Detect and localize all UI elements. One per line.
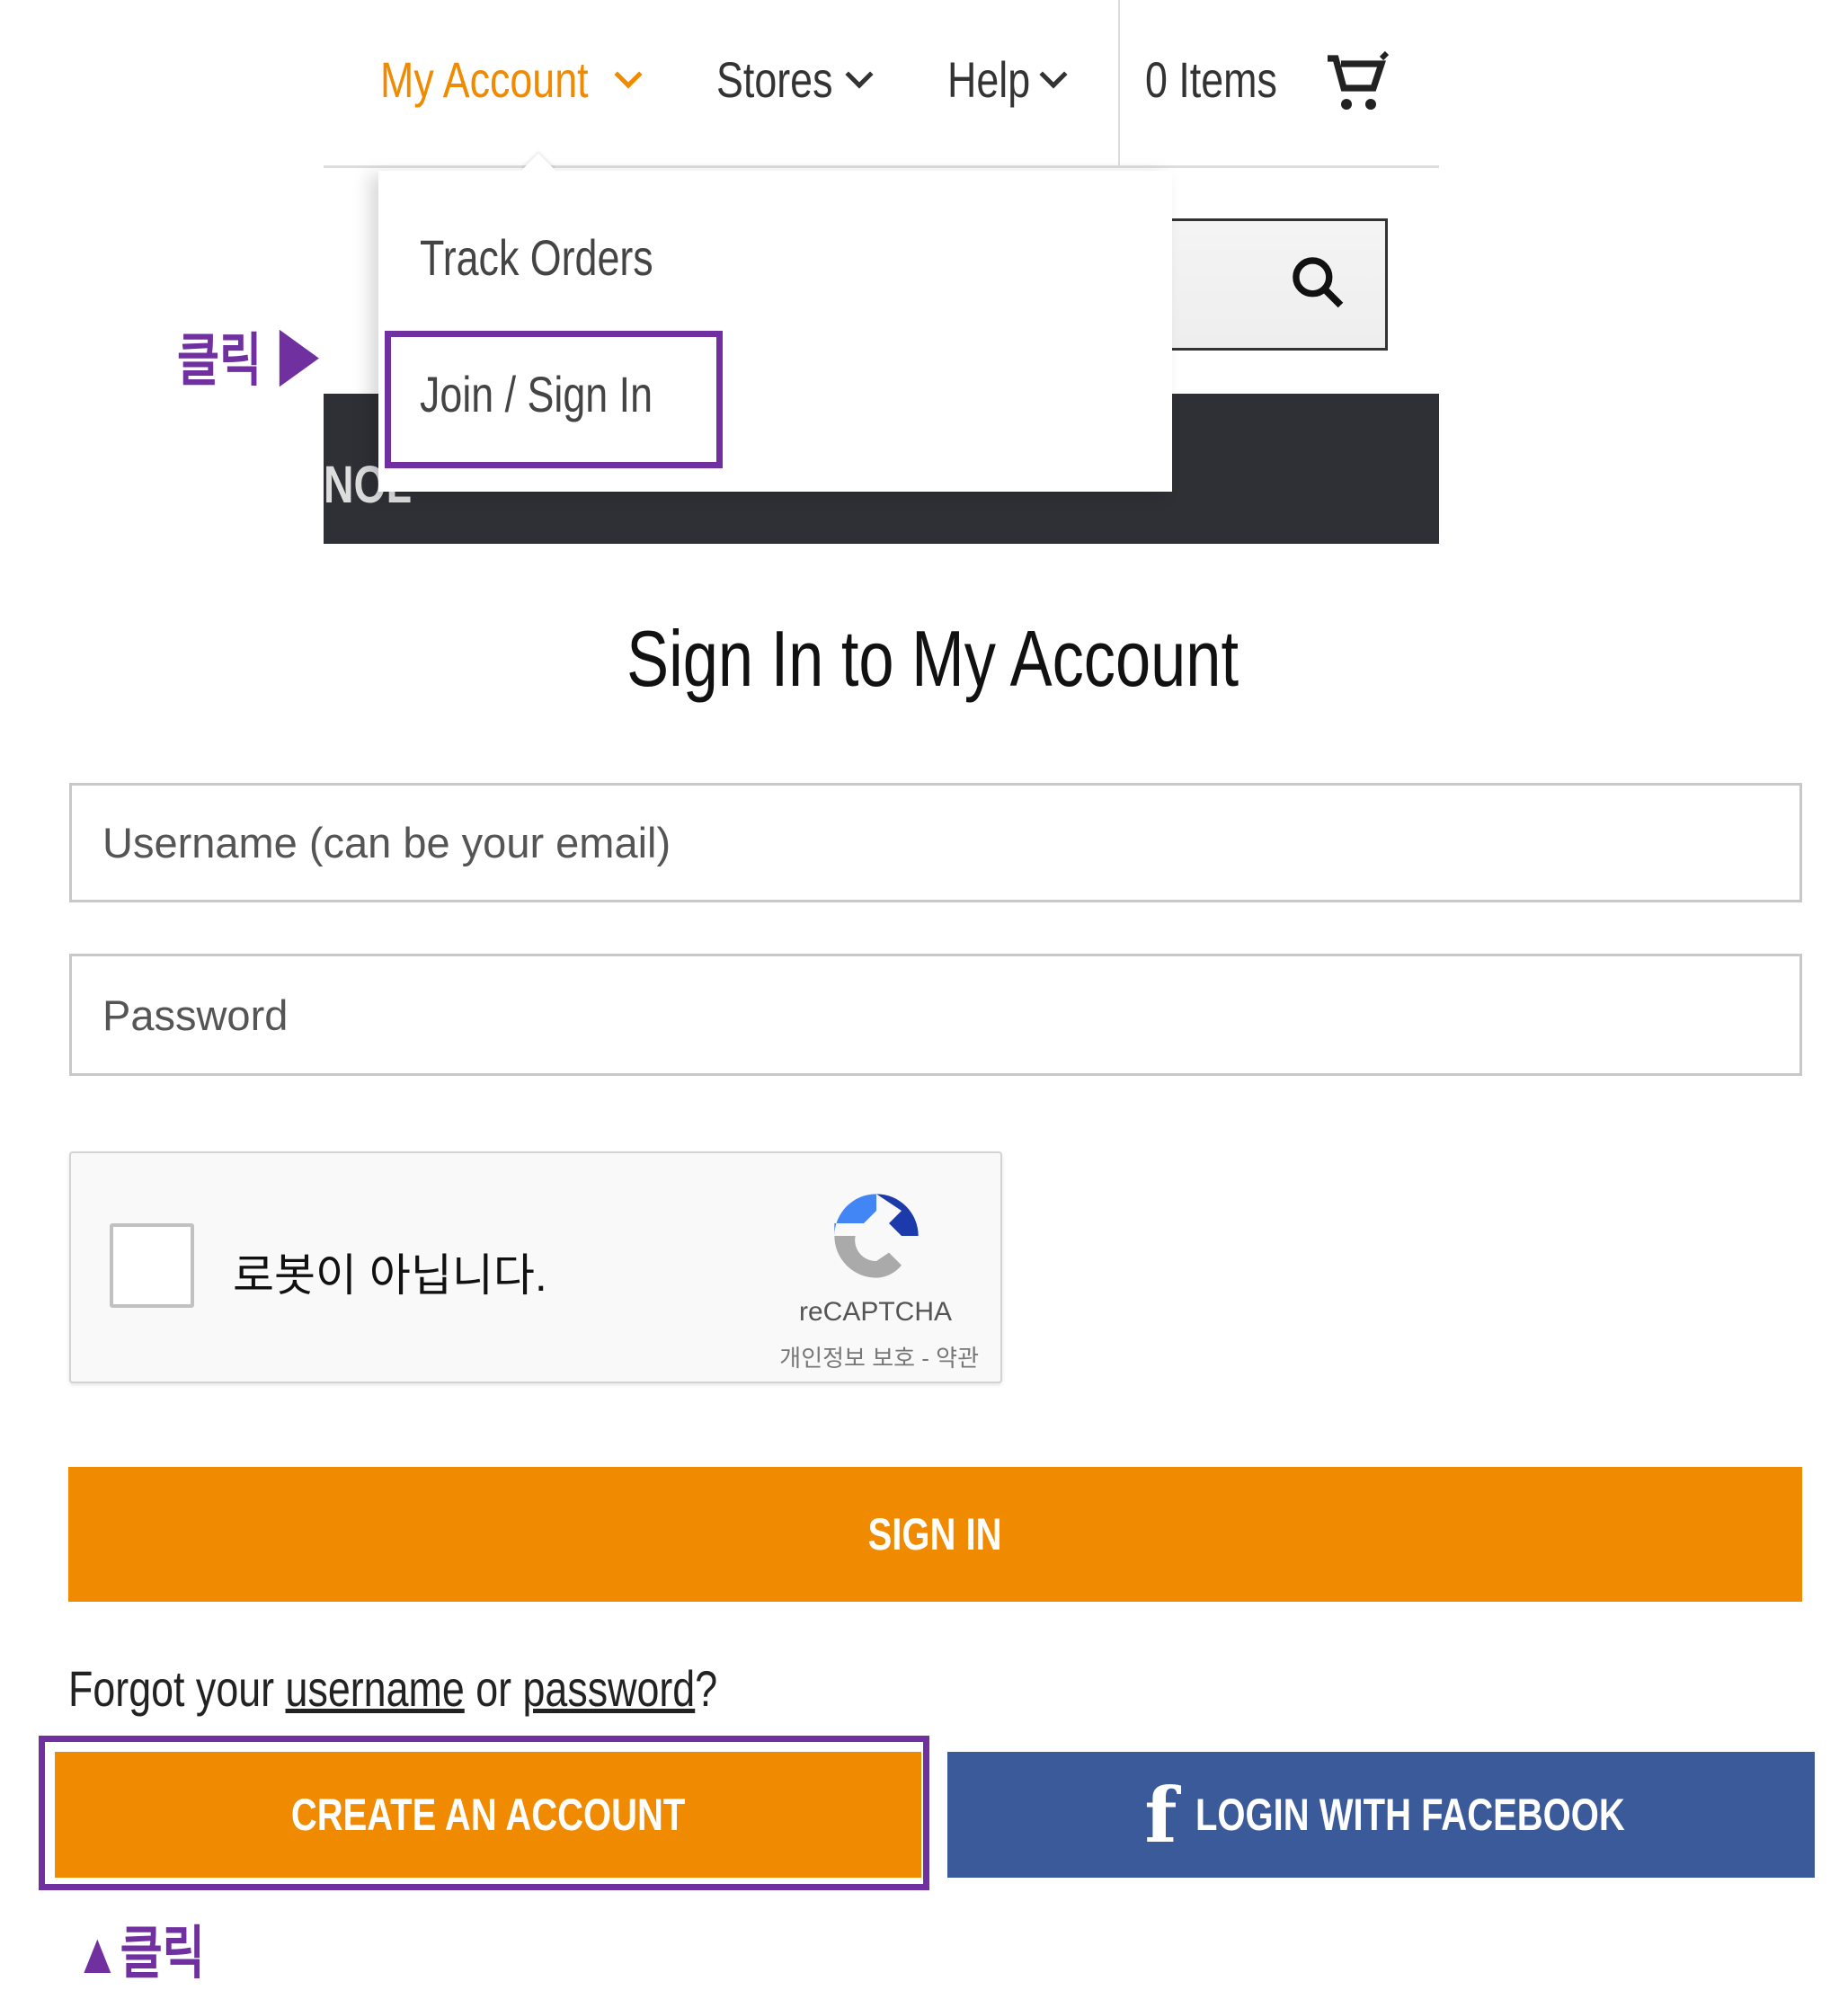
chevron-down-icon (845, 60, 874, 89)
title-text: Sign In to My Account (626, 614, 1239, 703)
annotation-text: ▲클릭 (75, 1921, 205, 1986)
highlight-box-join (385, 331, 723, 468)
chevron-down-icon (614, 60, 644, 89)
nav-my-account[interactable]: My Account (380, 50, 644, 109)
header-line (324, 165, 1439, 168)
sign-in-button[interactable]: SIGN IN (68, 1467, 1802, 1602)
chevron-down-icon (1039, 60, 1068, 89)
forgot-mid: or (464, 1660, 523, 1717)
annotation-click-right: 클릭 ▶ (177, 315, 357, 397)
username-input[interactable]: Username (can be your email) (69, 783, 1802, 902)
facebook-login-button[interactable]: f LOGIN WITH FACEBOOK (947, 1752, 1815, 1878)
username-placeholder: Username (can be your email) (102, 819, 671, 866)
button-label: SIGN IN (868, 1509, 1002, 1559)
nav-stores[interactable]: Stores (716, 50, 874, 109)
recaptcha-label: 로봇이 아닙니다. (233, 1250, 547, 1301)
forgot-password-link[interactable]: password (522, 1660, 695, 1717)
nav-label: My Account (380, 51, 589, 108)
cart-count-label: 0 Items (1145, 51, 1277, 108)
facebook-icon: f (1144, 1770, 1177, 1860)
dropdown-caret (521, 153, 555, 187)
recaptcha-logo-icon (834, 1194, 919, 1278)
annotation-click-up: ▲클릭 (75, 1907, 237, 1990)
password-placeholder: Password (102, 991, 289, 1039)
search-icon[interactable] (1287, 252, 1348, 313)
nav-label: Help (947, 51, 1031, 108)
recaptcha-links[interactable]: 개인정보 보호 - 약관 (727, 1340, 979, 1373)
recaptcha-brand: reCAPTCHA (798, 1297, 953, 1327)
button-label: LOGIN WITH FACEBOOK (1195, 1790, 1625, 1840)
nav-label: Stores (716, 51, 833, 108)
forgot-text: Forgot your username or password? (68, 1659, 880, 1718)
forgot-suffix: ? (695, 1660, 718, 1717)
page-title: Sign In to My Account (0, 613, 1848, 705)
annotation-text: 클릭 ▶ (177, 328, 321, 393)
recaptcha-checkbox[interactable] (110, 1223, 194, 1308)
nav-divider (1118, 0, 1120, 167)
recaptcha-widget: 로봇이 아닙니다. reCAPTCHA 개인정보 보호 - 약관 (69, 1151, 1002, 1383)
nav-help[interactable]: Help (947, 50, 1068, 109)
forgot-prefix: Forgot your (68, 1660, 286, 1717)
button-label: CREATE AN ACCOUNT (290, 1790, 686, 1840)
forgot-username-link[interactable]: username (286, 1660, 465, 1717)
create-account-button[interactable]: CREATE AN ACCOUNT (55, 1752, 921, 1878)
cart-icon[interactable] (1325, 50, 1390, 115)
cart-count[interactable]: 0 Items (1145, 50, 1310, 109)
menu-item-track-orders[interactable]: Track Orders (420, 228, 712, 287)
menu-item-label: Track Orders (420, 229, 653, 286)
password-input[interactable]: Password (69, 954, 1802, 1076)
